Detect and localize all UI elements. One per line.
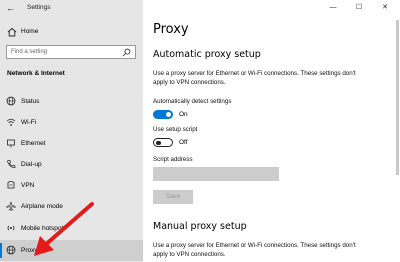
sidebar-item-airplane[interactable]: Airplane mode	[0, 196, 143, 217]
sidebar-item-home[interactable]: Home	[0, 24, 143, 41]
manual-proxy-description: Use a proxy server for Ethernet or Wi-Fi…	[153, 242, 356, 258]
sidebar-item-hotspot[interactable]: Mobile hotspot	[0, 218, 143, 239]
sidebar-item-label: Ethernet	[21, 140, 46, 147]
phone-icon	[7, 160, 16, 168]
auto-proxy-description: Use a proxy server for Ethernet or Wi-Fi…	[153, 70, 356, 86]
sidebar-item-wifi[interactable]: Wi-Fi	[0, 112, 143, 133]
sidebar-item-label: VPN	[21, 182, 35, 189]
script-address-label: Script address	[153, 156, 193, 163]
detect-settings-toggle[interactable]	[153, 110, 173, 119]
airplane-icon	[6, 201, 16, 211]
setup-script-label: Use setup script	[153, 126, 198, 133]
sidebar-item-vpn[interactable]: VPN	[0, 175, 143, 196]
ethernet-icon	[7, 139, 15, 148]
vpn-icon	[7, 181, 15, 189]
sidebar-item-label: Home	[21, 28, 39, 35]
scrollbar[interactable]	[396, 20, 399, 175]
manual-proxy-heading: Manual proxy setup	[153, 221, 247, 232]
sidebar-item-label: Airplane mode	[21, 203, 63, 210]
detect-settings-label: Automatically detect settings	[153, 98, 232, 105]
sidebar-item-label: Wi-Fi	[21, 119, 37, 126]
selection-indicator	[0, 243, 2, 258]
toggle-knob	[156, 140, 161, 145]
sidebar-item-label: Mobile hotspot	[21, 225, 64, 232]
save-button[interactable]: Save	[153, 190, 193, 204]
sidebar-item-label: Dial-up	[21, 161, 42, 168]
sidebar-item-dialup[interactable]: Dial-up	[0, 154, 143, 175]
home-icon	[7, 27, 17, 37]
setup-script-toggle[interactable]	[153, 138, 173, 147]
window-controls: — ☐ ✕	[320, 0, 400, 16]
search-icon	[122, 48, 131, 57]
back-arrow-icon[interactable]: ←	[6, 3, 16, 13]
section-title: Network & Internet	[7, 70, 65, 77]
app-title: Settings	[27, 4, 51, 11]
sidebar-item-label: Status	[21, 98, 40, 105]
toggle-knob	[166, 112, 171, 117]
close-button[interactable]: ✕	[372, 0, 398, 16]
sidebar-item-proxy[interactable]: Proxy	[0, 240, 143, 261]
globe-icon	[6, 245, 16, 255]
sidebar: ← Settings Home Find a setting Network &…	[0, 0, 143, 262]
auto-proxy-heading: Automatic proxy setup	[153, 49, 261, 60]
wifi-icon	[6, 118, 16, 126]
script-address-input[interactable]	[153, 167, 279, 181]
sidebar-item-status[interactable]: Status	[0, 91, 143, 112]
page-title: Proxy	[153, 22, 189, 37]
search-placeholder: Find a setting	[11, 49, 48, 55]
maximize-button[interactable]: ☐	[346, 0, 372, 16]
globe-icon	[6, 96, 16, 106]
detect-settings-state: On	[179, 111, 188, 118]
setup-script-state: Off	[179, 139, 188, 146]
settings-window: ← Settings Home Find a setting Network &…	[0, 0, 400, 262]
sidebar-item-label: Proxy	[21, 247, 38, 254]
sidebar-item-ethernet[interactable]: Ethernet	[0, 133, 143, 154]
hotspot-icon	[7, 225, 15, 231]
minimize-button[interactable]: —	[320, 0, 346, 16]
main-panel: — ☐ ✕ Proxy Automatic proxy setup Use a …	[143, 0, 400, 262]
search-input[interactable]: Find a setting	[6, 45, 136, 59]
